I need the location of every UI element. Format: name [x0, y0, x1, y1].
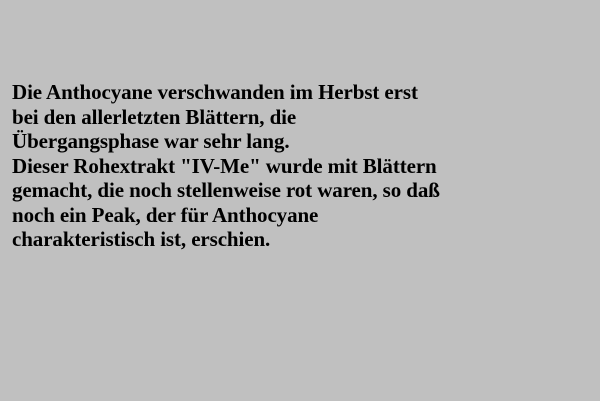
text-line-1: Die Anthocyane verschwanden im Herbst er…: [12, 80, 418, 104]
text-line-5: gemacht, die noch stellenweise rot waren…: [12, 178, 440, 202]
text-line-3: Übergangsphase war sehr lang.: [12, 129, 290, 153]
text-line-6: noch ein Peak, der für Anthocyane: [12, 202, 319, 227]
slide-text: Die Anthocyane verschwanden im Herbst er…: [12, 80, 597, 252]
text-line-4: Dieser Rohextrakt "IV-Me" wurde mit Blät…: [12, 153, 437, 178]
text-line-7: charakteristisch ist, erschien.: [12, 227, 271, 251]
slide-background: Die Anthocyane verschwanden im Herbst er…: [0, 0, 600, 401]
text-line-2: bei den allerletzten Blättern, die: [12, 104, 297, 129]
